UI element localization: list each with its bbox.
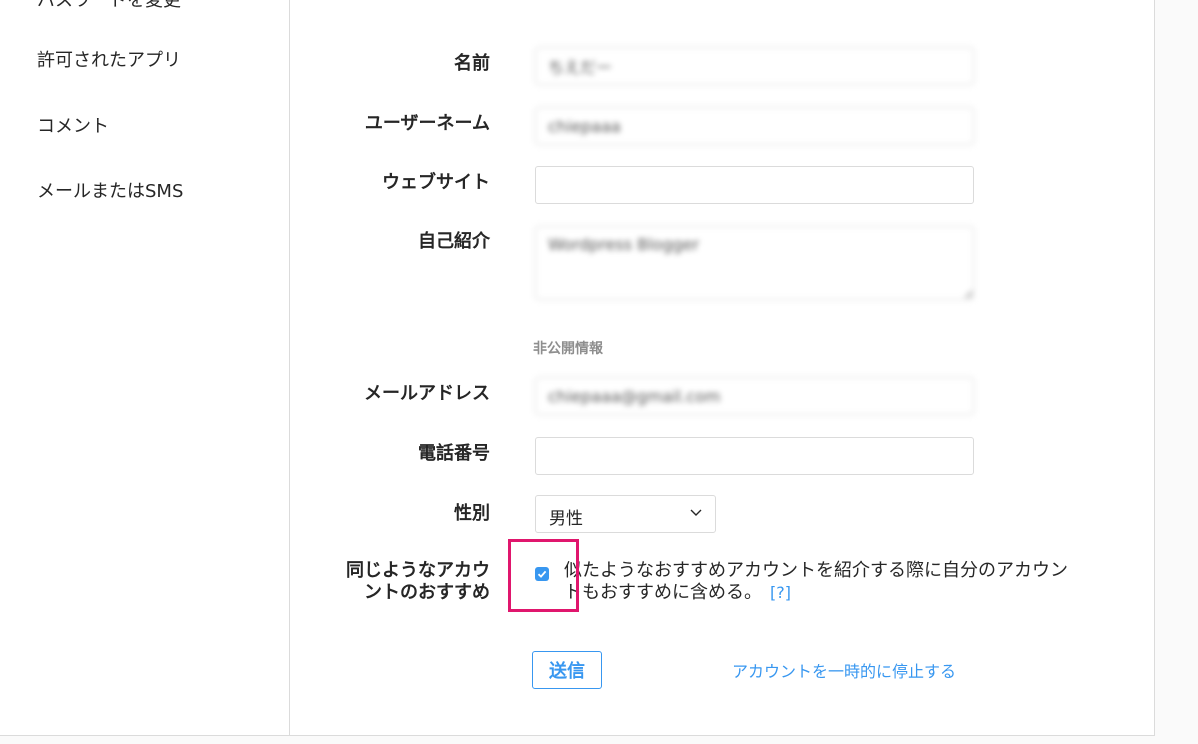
gender-select-value: 男性 [549,509,583,529]
email-label: メールアドレス [364,383,490,404]
chevron-down-icon [690,509,702,516]
name-label: 名前 [454,53,490,74]
submit-button[interactable]: 送信 [532,651,602,689]
username-input[interactable] [535,107,974,145]
website-label: ウェブサイト [382,172,490,193]
phone-label: 電話番号 [418,443,490,464]
bio-label: 自己紹介 [418,231,490,252]
suggestions-label-line2: ントのおすすめ [364,582,490,603]
checkbox-highlight-annotation [508,539,579,612]
suggestions-label-line1: 同じようなアカウ [346,560,490,581]
sidebar-item-comments[interactable]: コメント [37,112,109,138]
username-label: ユーザーネーム [364,113,490,134]
gender-label: 性別 [454,503,490,524]
suggestions-help-link[interactable]: [?] [770,583,791,602]
disable-account-link[interactable]: アカウントを一時的に停止する [732,658,956,682]
name-input[interactable] [535,47,974,85]
sidebar-item-authorized-apps[interactable]: 許可されたアプリ [37,46,181,72]
private-info-header: 非公開情報 [533,341,603,357]
suggestions-description: 似たようなおすすめアカウントを紹介する際に自分のアカウントもおすすめに含める。[… [564,560,1084,604]
sidebar-item-email-sms[interactable]: メールまたはSMS [37,177,183,203]
phone-input[interactable] [535,437,974,475]
website-input[interactable] [535,166,974,204]
settings-sidebar: パスワードを変更 許可されたアプリ コメント メールまたはSMS [0,0,290,735]
settings-card: パスワードを変更 許可されたアプリ コメント メールまたはSMS 名前 ユーザー… [0,0,1155,736]
email-input[interactable] [535,377,974,415]
bio-textarea[interactable]: Wordpress Blogger [535,226,974,300]
gender-select[interactable]: 男性 [535,495,716,533]
edit-profile-form: 名前 ユーザーネーム ウェブサイト 自己紹介 Wordpress Blogger… [291,0,1154,735]
sidebar-item-change-password[interactable]: パスワードを変更 [37,0,181,12]
suggestions-label: 同じようなアカウ ントのおすすめ [290,560,490,604]
suggestions-text: 似たようなおすすめアカウントを紹介する際に自分のアカウントもおすすめに含める。 [564,560,1068,603]
